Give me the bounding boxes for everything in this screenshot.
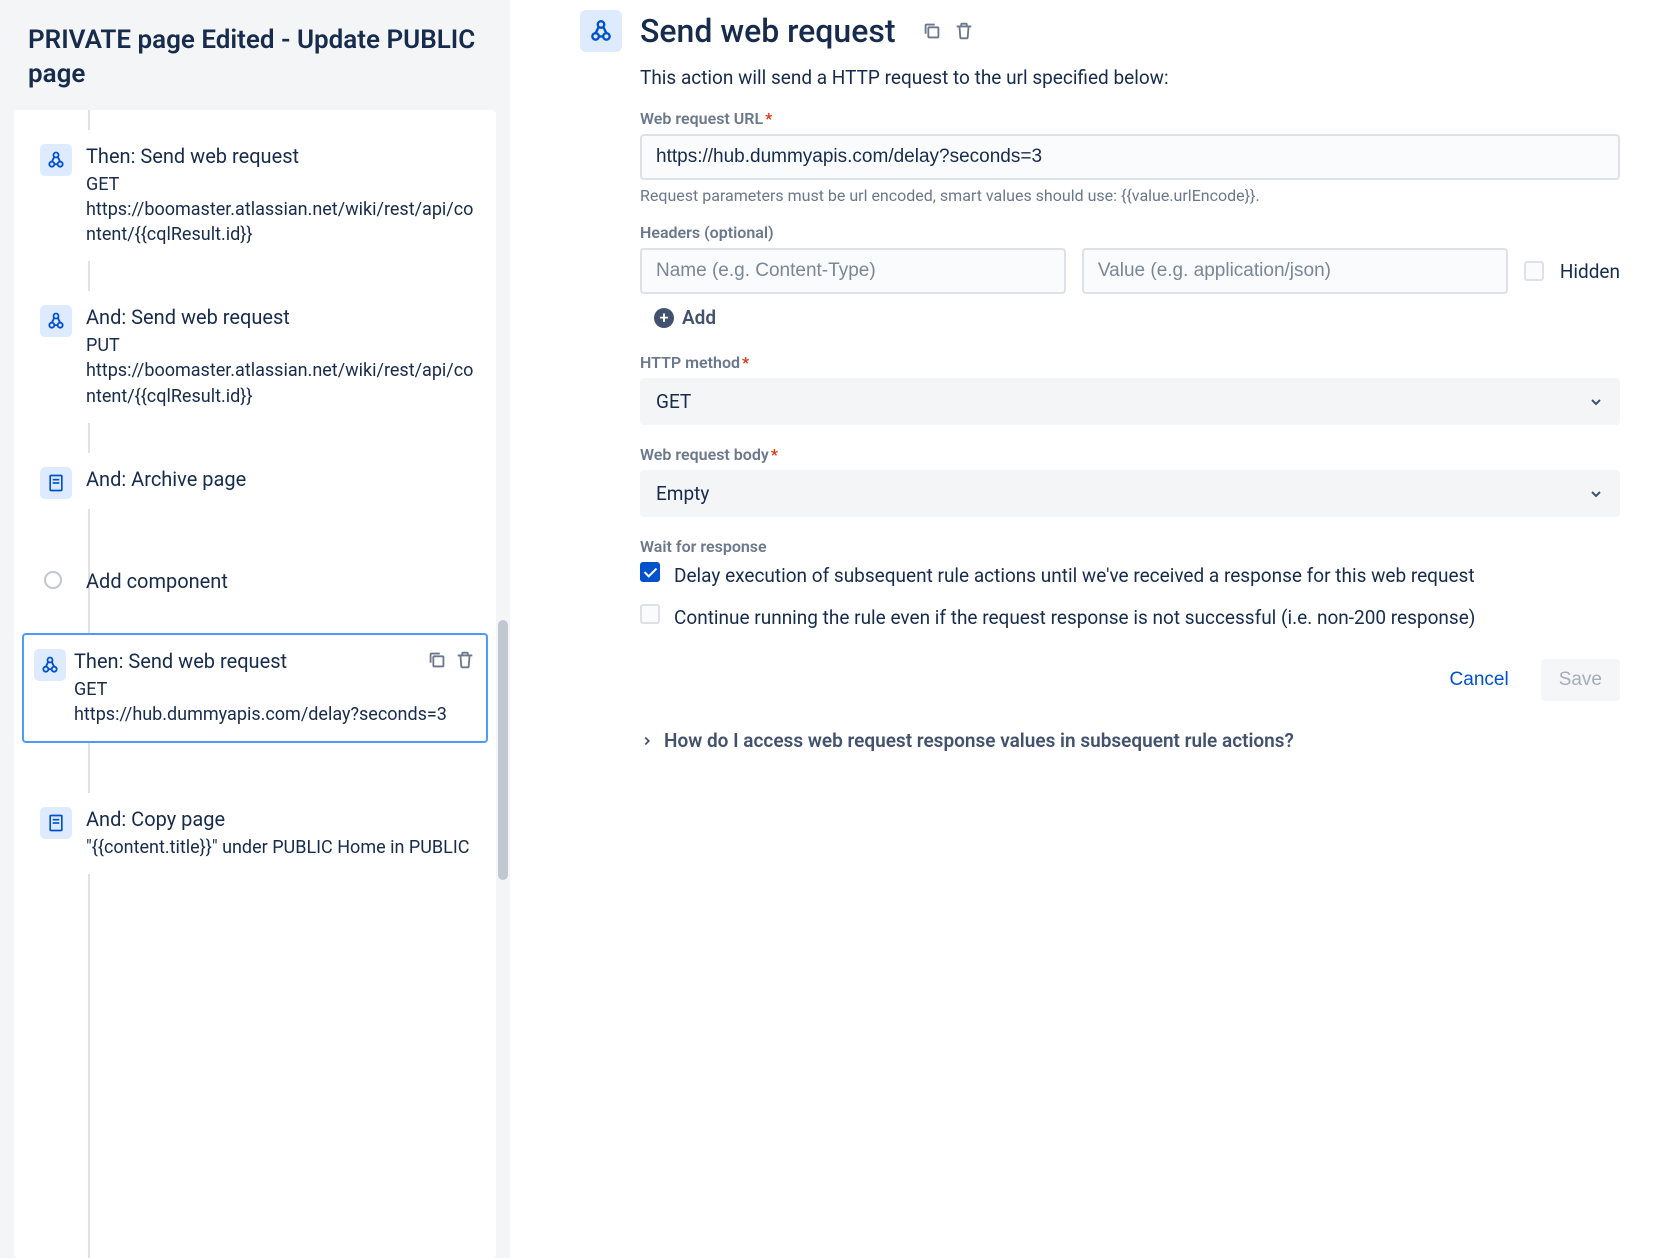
copy-icon[interactable]: [921, 20, 943, 42]
web-request-url-input[interactable]: [640, 134, 1620, 180]
webhook-icon: [580, 10, 622, 52]
http-method-select[interactable]: GET: [640, 378, 1620, 425]
rule-step-archive-page[interactable]: And: Archive page: [22, 453, 488, 509]
header-value-input[interactable]: [1082, 248, 1508, 294]
rule-step-copy-page[interactable]: And: Copy page "{{content.title}}" under…: [22, 793, 488, 874]
delay-execution-text: Delay execution of subsequent rule actio…: [674, 562, 1475, 590]
hidden-label: Hidden: [1560, 260, 1620, 283]
http-method-value: GET: [656, 390, 691, 413]
rule-name: PRIVATE page Edited - Update PUBLIC page: [0, 0, 510, 110]
rule-component-list: Then: Send web request GET https://booma…: [14, 110, 496, 1258]
headers-label: Headers (optional): [640, 223, 1620, 242]
rule-step-url: https://boomaster.atlassian.net/wiki/res…: [86, 358, 476, 408]
chevron-down-icon: [1588, 486, 1604, 502]
rule-step-title: And: Send web request: [86, 305, 476, 329]
panel-description: This action will send a HTTP request to …: [640, 66, 1620, 89]
rule-step-method: GET: [86, 172, 476, 197]
continue-on-fail-checkbox[interactable]: [640, 604, 660, 624]
rule-step-send-web-request-2[interactable]: And: Send web request PUT https://boomas…: [22, 291, 488, 423]
chevron-right-icon: [640, 734, 654, 748]
wait-for-response-label: Wait for response: [640, 537, 1620, 556]
panel-title: Send web request: [640, 12, 895, 50]
add-component-label: Add component: [86, 569, 228, 593]
add-circle-icon: [44, 571, 62, 589]
disclosure-text: How do I access web request response val…: [664, 729, 1294, 752]
plus-icon: +: [654, 308, 674, 328]
rule-step-title: Then: Send web request: [86, 144, 476, 168]
rule-step-url: https://hub.dummyapis.com/delay?seconds=…: [74, 702, 474, 727]
url-hint: Request parameters must be url encoded, …: [640, 186, 1620, 205]
trash-icon[interactable]: [953, 20, 975, 42]
http-method-label: HTTP method*: [640, 353, 1620, 372]
sidebar-scrollbar[interactable]: [496, 60, 510, 1258]
chevron-down-icon: [1588, 394, 1604, 410]
save-button[interactable]: Save: [1541, 659, 1620, 701]
continue-on-fail-text: Continue running the rule even if the re…: [674, 604, 1475, 632]
add-component-button[interactable]: Add component: [22, 559, 488, 603]
help-disclosure[interactable]: How do I access web request response val…: [640, 729, 1620, 752]
header-hidden-checkbox[interactable]: [1524, 261, 1544, 281]
delay-execution-checkbox[interactable]: [640, 562, 660, 582]
webhook-icon: [40, 305, 72, 337]
rule-step-url: https://boomaster.atlassian.net/wiki/res…: [86, 197, 476, 247]
cancel-button[interactable]: Cancel: [1432, 659, 1527, 701]
rule-sidebar: PRIVATE page Edited - Update PUBLIC page…: [0, 0, 510, 1258]
rule-step-title: Then: Send web request: [74, 649, 474, 673]
webhook-icon: [40, 144, 72, 176]
request-body-label: Web request body*: [640, 445, 1620, 464]
trash-icon[interactable]: [454, 649, 476, 671]
rule-step-title: And: Copy page: [86, 807, 476, 831]
rule-step-method: PUT: [86, 333, 476, 358]
rule-step-sub: "{{content.title}}" under PUBLIC Home in…: [86, 835, 476, 860]
copy-icon[interactable]: [426, 649, 448, 671]
rule-step-method: GET: [74, 677, 474, 702]
add-header-button[interactable]: + Add: [654, 306, 1620, 329]
rule-step-title: And: Archive page: [86, 467, 476, 491]
add-label: Add: [682, 306, 716, 329]
webhook-icon: [34, 649, 66, 681]
request-body-value: Empty: [656, 482, 709, 505]
request-body-select[interactable]: Empty: [640, 470, 1620, 517]
url-label: Web request URL*: [640, 109, 1620, 128]
action-config-panel: Send web request This action will send a…: [510, 0, 1672, 1258]
sidebar-scroll-thumb[interactable]: [498, 620, 508, 880]
header-name-input[interactable]: [640, 248, 1066, 294]
rule-step-selected-send-web-request[interactable]: Then: Send web request GET https://hub.d…: [22, 633, 488, 743]
page-icon: [40, 807, 72, 839]
page-icon: [40, 467, 72, 499]
rule-step-send-web-request[interactable]: Then: Send web request GET https://booma…: [22, 130, 488, 262]
